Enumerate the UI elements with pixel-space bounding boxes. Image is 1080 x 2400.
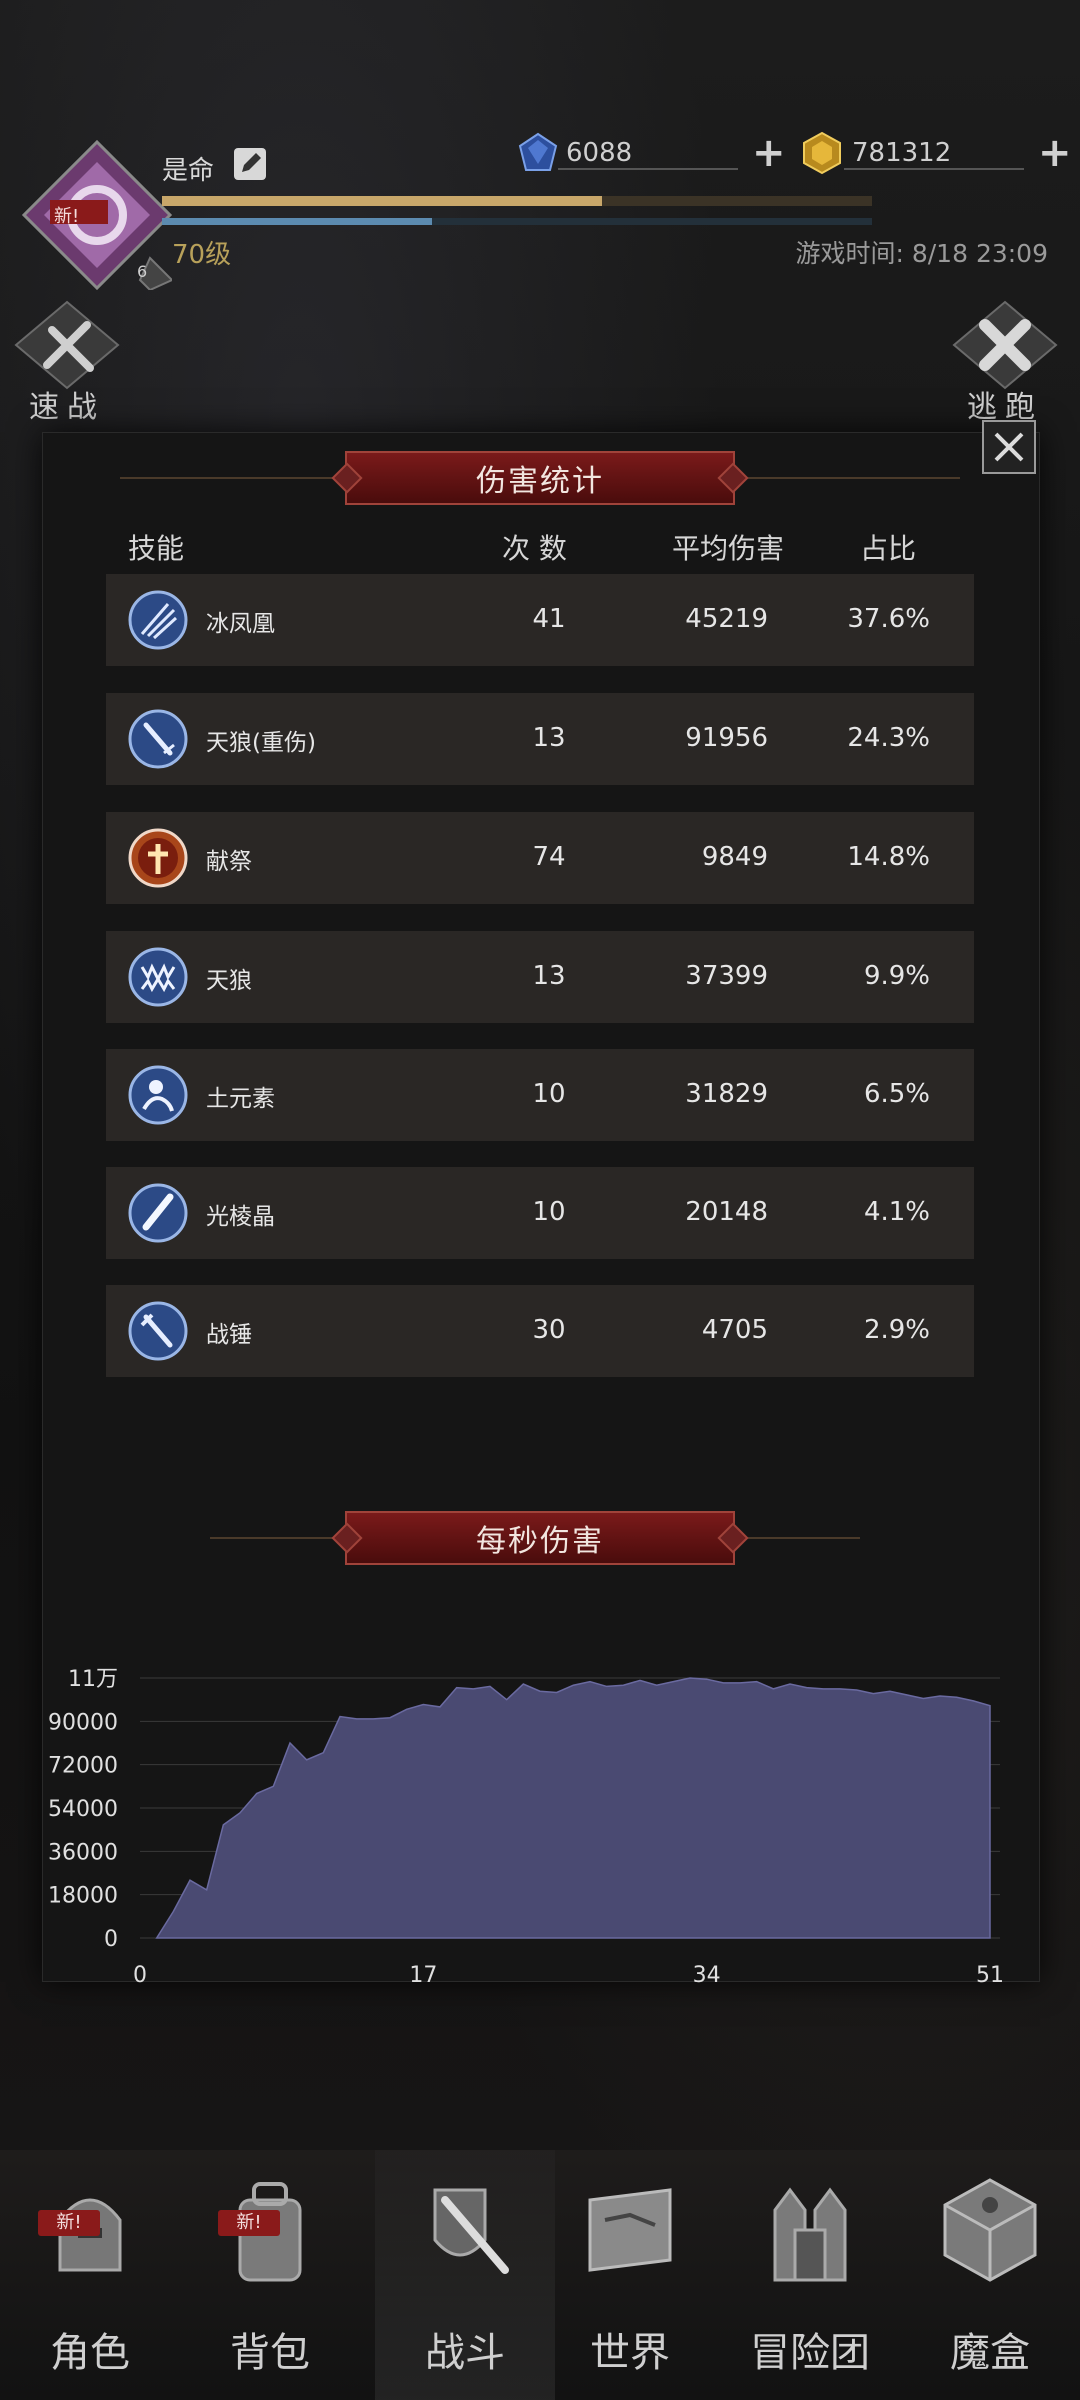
y-tick-label: 90000 [48,1710,118,1735]
magic-cube-icon [943,2178,1037,2282]
nav-label: 世界 [590,2330,670,2376]
x-tick-label: 0 [133,1963,147,1988]
y-tick-label: 72000 [48,1754,118,1779]
x-tick-label: 34 [693,1963,721,1988]
nav-label: 背包 [230,2330,310,2376]
nav-label: 战斗 [425,2330,505,2376]
y-tick-label: 18000 [48,1884,118,1909]
y-tick-label: 0 [104,1927,118,1952]
map-scroll-icon [588,2188,672,2272]
nav-label: 魔盒 [950,2330,1030,2376]
nav-item-character[interactable]: 新! 角色 [0,2150,180,2400]
new-badge: 新! [38,2210,100,2236]
y-tick-label: 11万 [68,1667,118,1692]
nav-item-battle[interactable]: 战斗 [375,2150,555,2400]
castle-icon [773,2187,847,2282]
nav-label: 冒险团 [750,2330,870,2376]
nav-item-world[interactable]: 世界 [540,2150,720,2400]
new-badge: 新! [218,2210,280,2236]
nav-item-magic-box[interactable]: 魔盒 [900,2150,1080,2400]
y-tick-label: 36000 [48,1840,118,1865]
y-tick-label: 54000 [48,1797,118,1822]
bottom-nav: 新! 角色 新! 背包 战斗 世界 冒险团 魔盒 [0,2150,1080,2400]
dps-area [155,1677,991,1939]
dps-chart: 0 18000 36000 54000 72000 90000 11万 0 17 34 51 [48,1667,1004,1988]
nav-item-adventure-team[interactable]: 冒险团 [720,2150,900,2400]
x-tick-label: 17 [409,1963,437,1988]
x-tick-label: 51 [976,1963,1004,1988]
nav-label: 角色 [50,2330,130,2376]
nav-item-backpack[interactable]: 新! 背包 [180,2150,360,2400]
shield-sword-icon [433,2188,509,2274]
